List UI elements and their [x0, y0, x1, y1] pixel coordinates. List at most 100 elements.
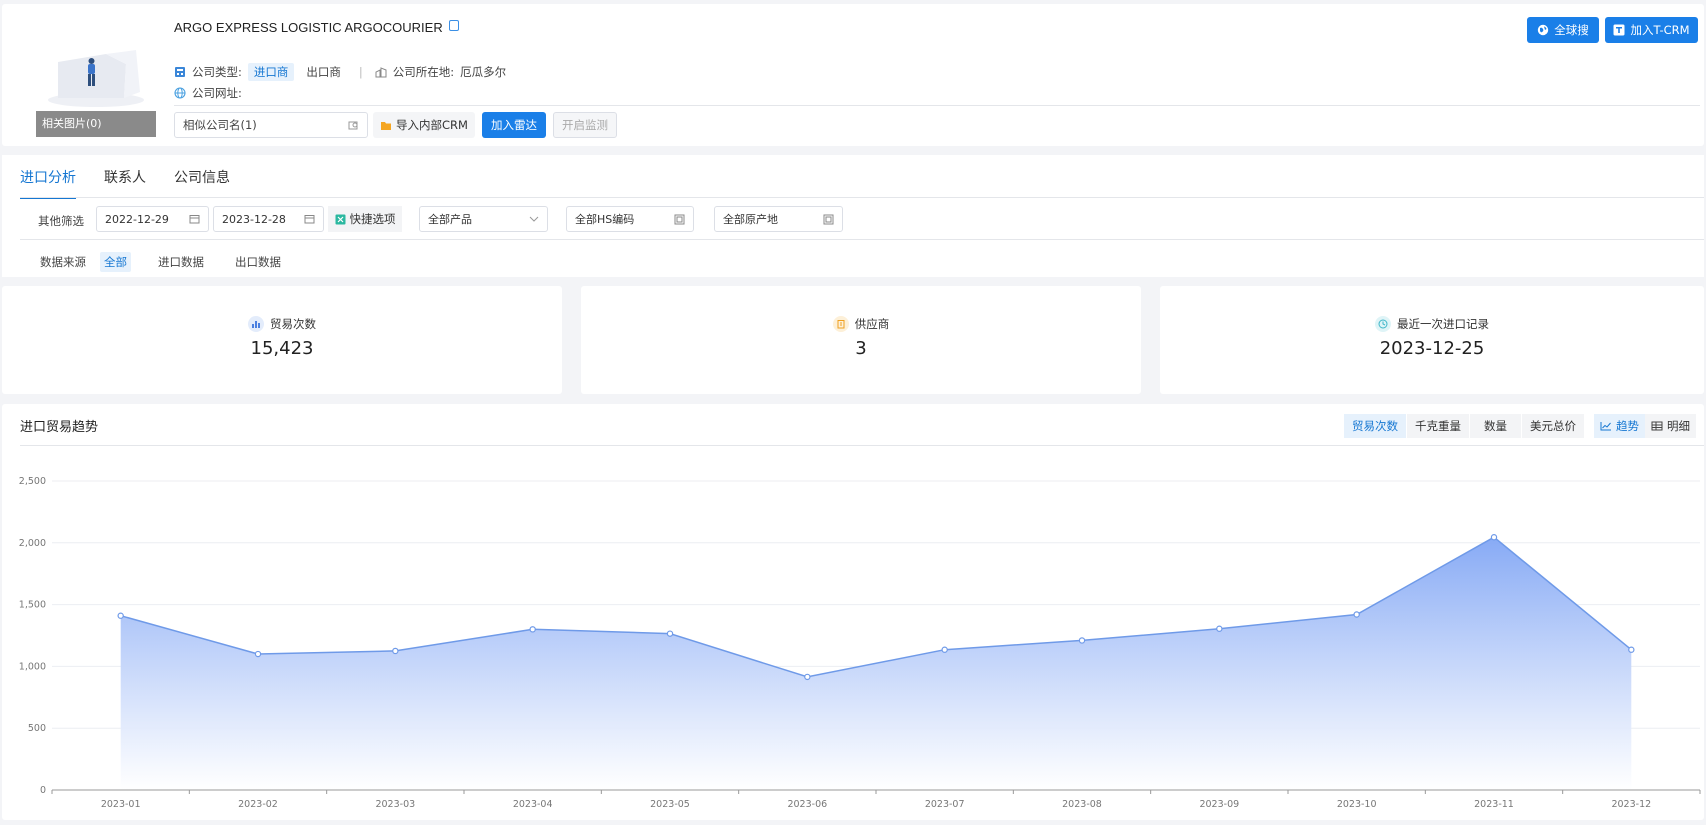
- trend-chart: 0 500 1,000 1,500 2,000 2,500 2023-01 2023-02 20…: [19, 476, 1701, 810]
- type-tag-exporter[interactable]: 出口商: [300, 63, 347, 81]
- location-icon: [375, 67, 387, 78]
- data-point: [529, 626, 536, 633]
- chevron-down-icon: [529, 216, 539, 222]
- company-meta-row: 公司类型: 进口商 出口商 | 公司所在地: 厄瓜多尔: [174, 63, 506, 81]
- end-date-input[interactable]: 2023-12-28: [213, 206, 324, 232]
- x-tick-label: 2023-11: [1474, 799, 1514, 810]
- location-label: 公司所在地:: [392, 65, 455, 79]
- x-tick-label: 2023-07: [925, 799, 965, 810]
- building-icon: [832, 316, 849, 332]
- import-crm-label: 导入内部CRM: [396, 118, 468, 132]
- start-date-input[interactable]: 2022-12-29: [96, 206, 209, 232]
- global-search-label: 全球搜: [1554, 23, 1589, 37]
- source-option-import[interactable]: 进口数据: [154, 252, 208, 272]
- source-option-export[interactable]: 出口数据: [231, 252, 285, 272]
- stat-card-trade-count: 贸易次数 15,423: [2, 286, 562, 394]
- add-tcrm-button[interactable]: 加入T-CRM: [1605, 17, 1698, 43]
- stat-label-trade-count: 贸易次数: [270, 317, 316, 331]
- company-name-row: ARGO EXPRESS LOGISTIC ARGOCOURIER: [174, 20, 459, 35]
- data-point: [1353, 611, 1360, 618]
- x-tick-label: 2023-09: [1199, 799, 1239, 810]
- stat-card-suppliers: 供应商 3: [581, 286, 1141, 394]
- quick-options-label: 快捷选项: [349, 212, 396, 226]
- data-source-label: 数据来源: [40, 255, 86, 269]
- picker-icon: [674, 214, 685, 224]
- stat-label-suppliers: 供应商: [854, 317, 890, 331]
- y-tick-label: 2,000: [19, 538, 46, 549]
- import-crm-button[interactable]: 导入内部CRM: [373, 112, 475, 138]
- hs-code-select-value: 全部HS编码: [575, 213, 635, 226]
- x-tick-label: 2023-04: [513, 799, 553, 810]
- add-radar-button[interactable]: 加入雷达: [482, 112, 546, 138]
- data-point: [1628, 646, 1635, 653]
- hs-code-select[interactable]: 全部HS编码: [566, 206, 694, 232]
- location-value: 厄瓜多尔: [460, 65, 507, 79]
- meta-separator: |: [358, 65, 363, 79]
- product-select-value: 全部产品: [428, 213, 472, 226]
- stat-value-suppliers: 3: [855, 338, 867, 359]
- data-point: [1216, 625, 1223, 632]
- y-tick-label: 2,500: [19, 476, 46, 487]
- globe-icon: [174, 87, 186, 99]
- x-tick-label: 2023-02: [238, 799, 278, 810]
- website-label: 公司网址:: [192, 86, 242, 100]
- data-point: [1490, 534, 1498, 541]
- data-point: [254, 650, 262, 658]
- add-tcrm-label: 加入T-CRM: [1630, 23, 1690, 37]
- analysis-tabs-panel: 进口分析 联系人 公司信息 其他筛选 2022-12-29 2023-12-28…: [2, 155, 1704, 277]
- data-point: [392, 647, 399, 655]
- website-row: 公司网址:: [174, 85, 242, 101]
- type-tag-importer[interactable]: 进口商: [247, 63, 295, 81]
- data-point: [941, 646, 948, 653]
- company-header-card: 相关图片(0) ARGO EXPRESS LOGISTIC ARGOCOURIE…: [2, 4, 1704, 146]
- tcrm-logo-icon: [1613, 24, 1625, 36]
- tabs-divider: [20, 197, 1704, 198]
- tab-contacts[interactable]: 联系人: [104, 167, 146, 197]
- y-tick-label: 1,500: [19, 600, 46, 611]
- quick-options-icon: [335, 214, 345, 224]
- start-monitor-button[interactable]: 开启监测: [553, 112, 617, 138]
- company-type-icon: [175, 67, 185, 77]
- bar-chart-icon: [248, 316, 264, 332]
- start-date-value: 2022-12-29: [105, 212, 169, 226]
- picker-icon: [823, 214, 834, 224]
- related-images-button[interactable]: 相关图片(0): [36, 111, 156, 137]
- stat-label-last-import: 最近一次进口记录: [1397, 317, 1489, 331]
- quick-options-button[interactable]: 快捷选项: [328, 206, 402, 232]
- import-trend-card: 进口贸易趋势 贸易次数 千克重量 数量 美元总价 趋势 明细 0 500 1,000…: [2, 404, 1704, 820]
- clock-icon: [1375, 316, 1391, 332]
- tab-import-analysis[interactable]: 进口分析: [20, 167, 76, 199]
- similar-company-names-label: 相似公司名(1): [183, 118, 257, 132]
- x-tick-label: 2023-01: [101, 799, 141, 810]
- x-tick-label: 2023-10: [1337, 799, 1377, 810]
- x-tick-label: 2023-03: [375, 799, 415, 810]
- tab-company-info[interactable]: 公司信息: [174, 167, 230, 197]
- similar-company-names-field[interactable]: 相似公司名(1): [174, 112, 368, 138]
- company-name: ARGO EXPRESS LOGISTIC ARGOCOURIER: [174, 20, 443, 35]
- stat-value-last-import: 2023-12-25: [1379, 338, 1485, 359]
- origin-select[interactable]: 全部原产地: [714, 206, 843, 232]
- x-tick-label: 2023-12: [1611, 799, 1651, 810]
- copy-icon[interactable]: [448, 20, 459, 31]
- product-select[interactable]: 全部产品: [419, 206, 548, 232]
- y-tick-label: 0: [40, 785, 46, 796]
- x-tick-label: 2023-05: [650, 799, 690, 810]
- stat-card-last-import: 最近一次进口记录 2023-12-25: [1160, 286, 1704, 394]
- company-placeholder-image: [48, 50, 144, 107]
- global-search-button[interactable]: 全球搜: [1527, 17, 1599, 43]
- y-tick-label: 500: [28, 723, 46, 734]
- company-type-label: 公司类型:: [192, 65, 242, 79]
- source-option-all[interactable]: 全部: [100, 252, 131, 272]
- calendar-icon: [189, 215, 200, 224]
- y-tick-label: 1,000: [19, 661, 46, 672]
- data-point: [804, 673, 811, 681]
- stat-value-trade-count: 15,423: [250, 338, 314, 359]
- folder-icon: [381, 121, 392, 130]
- origin-select-value: 全部原产地: [723, 213, 778, 226]
- end-date-value: 2023-12-28: [222, 212, 286, 226]
- x-tick-label: 2023-08: [1062, 799, 1102, 810]
- header-divider: [174, 105, 1700, 106]
- filters-divider: [20, 239, 1704, 240]
- search-list-icon: [348, 121, 358, 129]
- data-point: [666, 630, 674, 637]
